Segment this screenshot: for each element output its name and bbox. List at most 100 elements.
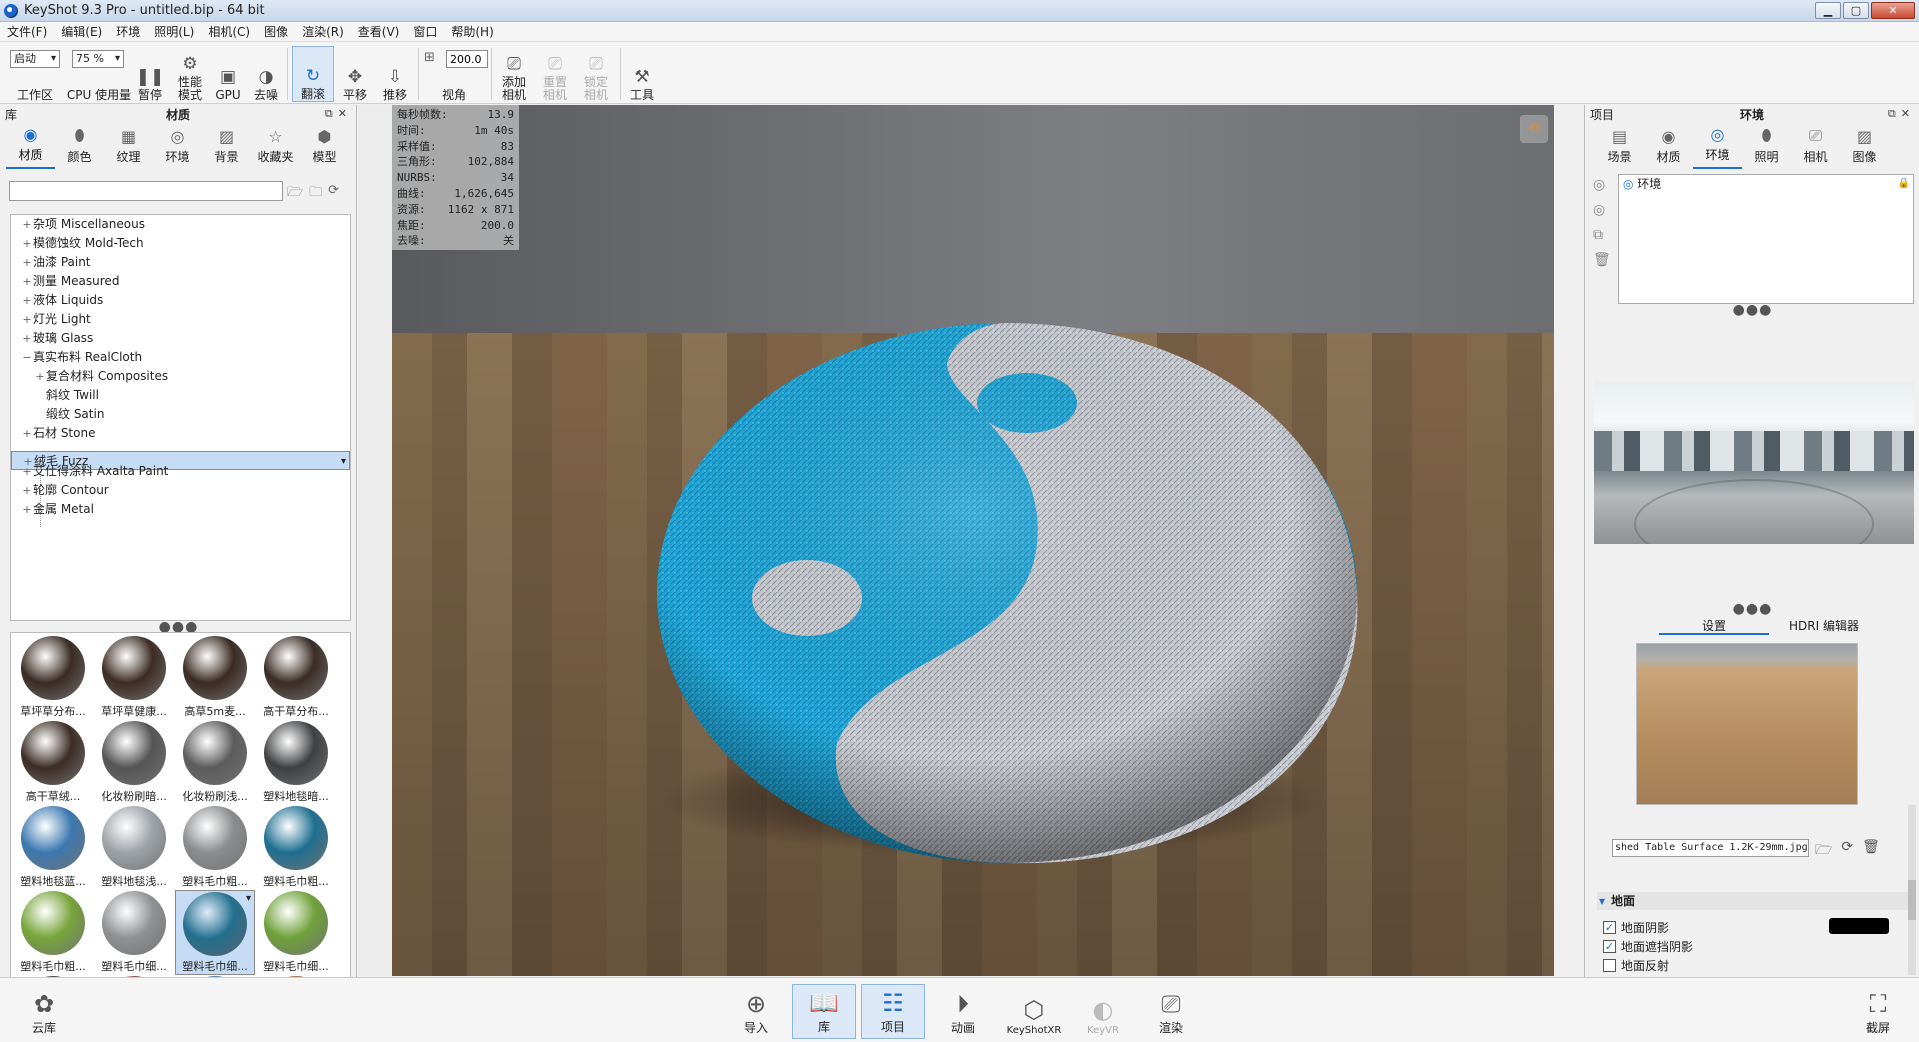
- library-tab[interactable]: ⬮ 颜色: [55, 126, 104, 169]
- material-thumbnail[interactable]: 塑料毛巾粗...: [256, 805, 336, 890]
- folder-add-icon[interactable]: 🗀: [309, 183, 322, 205]
- library-search-input[interactable]: [9, 181, 283, 201]
- expand-toggle[interactable]: +: [21, 272, 33, 291]
- splitter-handle[interactable]: ●●●: [1585, 602, 1919, 616]
- material-thumbnail[interactable]: 化妆粉刷暗...: [94, 720, 174, 805]
- project-tab[interactable]: ◎ 环境: [1693, 125, 1742, 169]
- tree-item[interactable]: +复合材料 Composites: [11, 367, 350, 386]
- panel-float-close-icons[interactable]: ⧉✕: [325, 107, 352, 121]
- menu-item[interactable]: 编辑(E): [54, 23, 109, 40]
- tree-item[interactable]: +金属 Metal: [11, 500, 350, 519]
- panel-scrollbar[interactable]: [1908, 805, 1916, 975]
- denoise-button[interactable]: ◑ 去噪: [250, 46, 282, 102]
- expand-toggle[interactable]: +: [21, 253, 33, 272]
- fuzzy-yin-yang-model[interactable]: [647, 323, 1367, 883]
- ground-option-checkbox[interactable]: ✓ 地面阴影: [1603, 919, 1669, 936]
- reset-camera-button[interactable]: ⎚ 重置 相机: [537, 46, 573, 102]
- ground-section-header[interactable]: 地面: [1597, 892, 1915, 910]
- menu-item[interactable]: 相机(C): [201, 23, 257, 40]
- pan-button[interactable]: ✥ 平移: [338, 46, 372, 102]
- expand-toggle[interactable]: +: [34, 367, 46, 386]
- material-thumbnail[interactable]: 高干草分布...: [256, 635, 336, 720]
- duplicate-environment-icon[interactable]: ◎: [1593, 202, 1611, 218]
- tree-item[interactable]: 缎纹 Satin: [11, 405, 350, 424]
- gpu-button[interactable]: ▣ GPU: [213, 46, 243, 102]
- render-button[interactable]: ⎚ 渲染: [1139, 984, 1203, 1039]
- material-thumbnail[interactable]: 高干草绒...: [13, 720, 93, 805]
- tools-button[interactable]: ⚒ 工具: [625, 46, 659, 102]
- tree-item[interactable]: +艾仕得涂料 Axalta Paint: [11, 462, 350, 481]
- tree-item[interactable]: +测量 Measured: [11, 272, 350, 291]
- ground-option-checkbox[interactable]: 地面反射: [1603, 957, 1669, 974]
- expand-toggle[interactable]: +: [21, 291, 33, 310]
- checkbox-box[interactable]: [1603, 959, 1616, 972]
- refresh-icon[interactable]: ⟳: [328, 183, 339, 205]
- material-thumbnail[interactable]: 高草5m麦...: [175, 635, 255, 720]
- delete-icon[interactable]: 🗑: [1862, 839, 1880, 863]
- tree-item[interactable]: +玻璃 Glass: [11, 329, 350, 348]
- tree-item[interactable]: +轮廓 Contour: [11, 481, 350, 500]
- dolly-button[interactable]: ⇩ 推移: [377, 46, 413, 102]
- project-tab[interactable]: ▨ 图像: [1840, 127, 1889, 169]
- viewport-camera-toggle-icon[interactable]: ⟲: [1520, 115, 1548, 143]
- expand-toggle[interactable]: +: [21, 424, 33, 443]
- material-thumbnail[interactable]: 塑料地毯浅...: [94, 805, 174, 890]
- animation-button[interactable]: ⏵ 动画: [931, 984, 995, 1039]
- material-thumbnail[interactable]: 塑料毛巾细...: [94, 890, 174, 975]
- splitter-handle[interactable]: ●●●: [1585, 303, 1919, 317]
- lock-camera-button[interactable]: ⎚ 锁定 相机: [578, 46, 614, 102]
- import-button[interactable]: ⊕ 导入: [724, 984, 788, 1039]
- tree-item[interactable]: +油漆 Paint: [11, 253, 350, 272]
- environment-subtab[interactable]: HDRI 编辑器: [1769, 617, 1879, 635]
- hdri-preview[interactable]: [1594, 381, 1914, 544]
- pause-button[interactable]: ❚❚ 暂停: [135, 46, 165, 102]
- folder-open-icon[interactable]: 🗁: [287, 183, 303, 205]
- tumble-button[interactable]: ↻ 翻滚: [292, 46, 334, 102]
- project-tab[interactable]: ◉ 材质: [1644, 127, 1693, 169]
- tree-item[interactable]: +模德蚀纹 Mold-Tech: [11, 234, 350, 253]
- environment-subtab[interactable]: 设置: [1659, 617, 1769, 635]
- minimize-button[interactable]: ▁: [1815, 2, 1841, 19]
- library-tab[interactable]: ▦ 纹理: [104, 127, 153, 169]
- expand-toggle[interactable]: +: [21, 500, 33, 519]
- material-thumbnail[interactable]: 化妆粉刷浅...: [175, 720, 255, 805]
- keyvr-button[interactable]: ◐ KeyVR: [1071, 984, 1135, 1039]
- project-tab[interactable]: ⎚ 相机: [1791, 126, 1840, 169]
- menu-item[interactable]: 帮助(H): [444, 23, 500, 40]
- background-file-field[interactable]: shed Table Surface 1.2K-29mm.jpg: [1612, 839, 1809, 857]
- project-tab[interactable]: ⬮ 照明: [1742, 126, 1791, 169]
- checkbox-box[interactable]: ✓: [1603, 921, 1616, 934]
- copy-environment-icon[interactable]: ⧉: [1593, 227, 1611, 243]
- shadow-color-swatch[interactable]: [1829, 918, 1889, 934]
- delete-icon[interactable]: 🗑: [1593, 252, 1611, 268]
- refresh-icon[interactable]: ⟳: [1841, 839, 1853, 863]
- library-toggle-button[interactable]: 📖 库: [792, 984, 856, 1039]
- tree-item[interactable]: +石材 Stone: [11, 424, 350, 443]
- menu-item[interactable]: 照明(L): [147, 23, 201, 40]
- menu-item[interactable]: 窗口: [406, 23, 444, 40]
- tree-item[interactable]: +灯光 Light: [11, 310, 350, 329]
- library-tab[interactable]: ☆ 收藏夹: [251, 127, 300, 169]
- material-thumbnail[interactable]: 塑料毛巾细...: [175, 890, 255, 975]
- tree-item[interactable]: 斜纹 Twill: [11, 386, 350, 405]
- lock-icon[interactable]: 🔒: [1898, 175, 1910, 193]
- material-thumbnail[interactable]: 塑料毛巾细...: [256, 890, 336, 975]
- material-thumbnail[interactable]: 塑料地毯蓝...: [13, 805, 93, 890]
- performance-mode-button[interactable]: ⚙ 性能 模式: [172, 46, 208, 102]
- panel-float-close-icons[interactable]: ⧉✕: [1888, 107, 1915, 121]
- checkbox-box[interactable]: ✓: [1603, 940, 1616, 953]
- expand-toggle[interactable]: +: [21, 234, 33, 253]
- tree-item[interactable]: +液体 Liquids: [11, 291, 350, 310]
- menu-item[interactable]: 渲染(R): [295, 23, 351, 40]
- material-thumbnail[interactable]: 草坪草分布...: [13, 635, 93, 720]
- expand-toggle[interactable]: +: [21, 462, 33, 481]
- material-thumbnail[interactable]: 塑料毛巾粗...: [175, 805, 255, 890]
- project-toggle-button[interactable]: ☷ 项目: [861, 984, 925, 1039]
- library-tab[interactable]: ⬢ 模型: [300, 127, 349, 169]
- tree-item[interactable]: −真实布料 RealCloth: [11, 348, 350, 367]
- library-tab[interactable]: ◎ 环境: [153, 127, 202, 169]
- scrollbar-thumb[interactable]: [1908, 880, 1916, 920]
- expand-toggle[interactable]: −: [21, 348, 33, 367]
- ground-option-checkbox[interactable]: ✓ 地面遮挡阴影: [1603, 938, 1693, 955]
- close-button[interactable]: ✕: [1871, 2, 1915, 19]
